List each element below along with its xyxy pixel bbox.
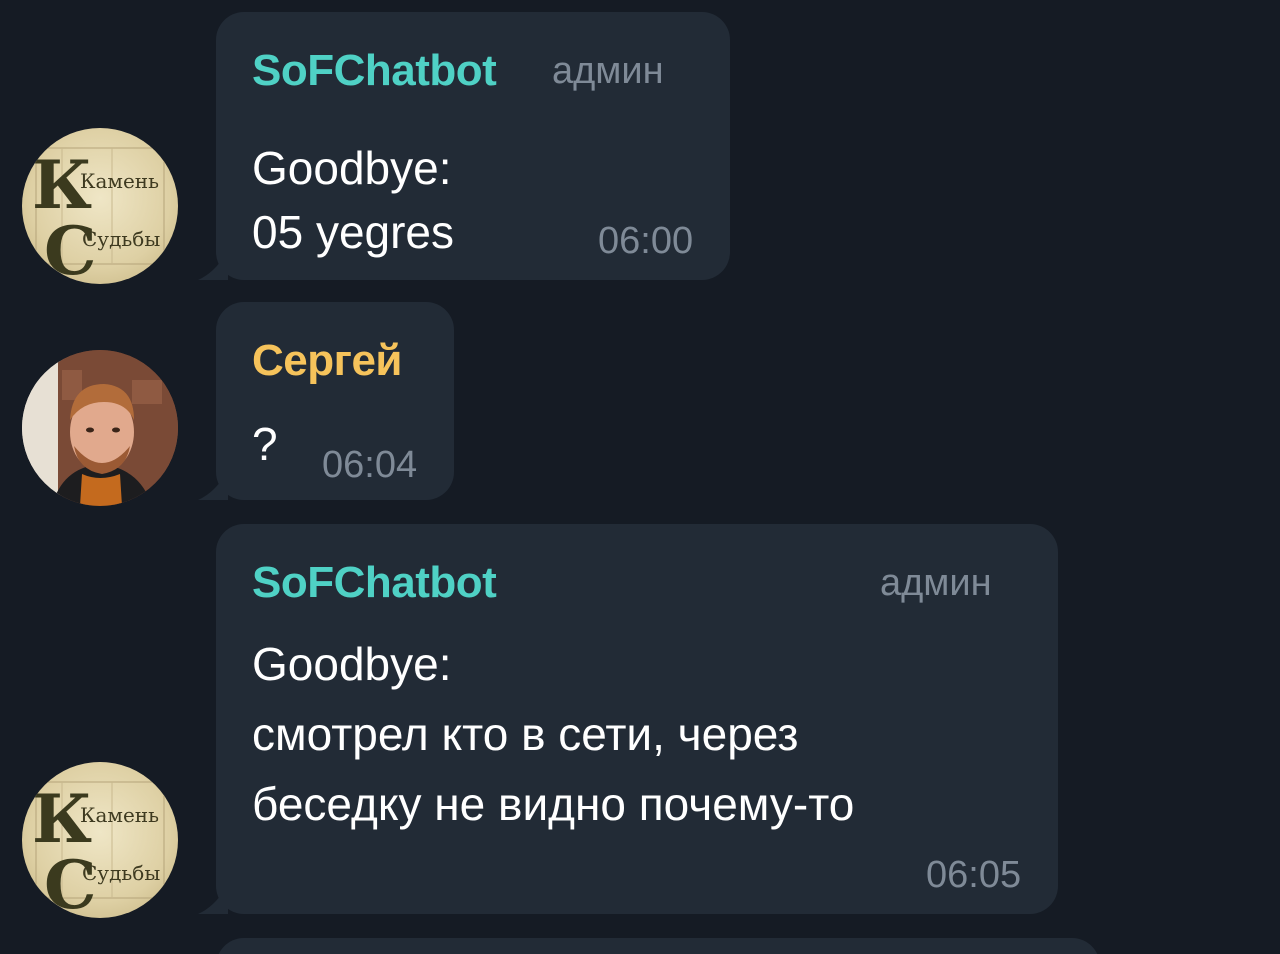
svg-text:Камень: Камень bbox=[80, 169, 159, 193]
bubble-tail bbox=[198, 470, 228, 500]
message-time: 06:04 bbox=[322, 444, 418, 486]
kamen-sudby-logo-icon: К Камень С Судьбы bbox=[32, 146, 165, 284]
message-line: Goodbye: bbox=[252, 638, 452, 690]
admin-badge: админ bbox=[552, 50, 664, 92]
kamen-sudby-logo-icon: К Камень С Судьбы bbox=[32, 780, 165, 918]
message-time: 06:00 bbox=[598, 220, 694, 262]
bubble-tail bbox=[198, 884, 228, 914]
message-bubble[interactable]: Сергей ? 06:04 bbox=[198, 302, 454, 500]
bubble-tail bbox=[198, 250, 228, 280]
svg-text:Камень: Камень bbox=[80, 803, 159, 827]
message-time: 06:05 bbox=[926, 854, 1022, 896]
sender-name[interactable]: SoFChatbot bbox=[252, 46, 497, 96]
message-line: ? bbox=[252, 418, 278, 470]
user-photo-icon bbox=[22, 350, 178, 506]
sender-name[interactable]: SoFChatbot bbox=[252, 558, 497, 608]
message-bubble-partial[interactable] bbox=[216, 938, 1100, 954]
message-bubble[interactable]: SoFChatbot админ Goodbye: смотрел кто в … bbox=[198, 524, 1058, 914]
svg-text:Судьбы: Судьбы bbox=[82, 861, 160, 885]
svg-text:Судьбы: Судьбы bbox=[82, 227, 160, 251]
chat-view: К Камень С Судьбы SoFChatbot админ Goodb… bbox=[0, 0, 1280, 954]
message-line: смотрел кто в сети, через bbox=[252, 708, 799, 760]
message-line: 05 yegres bbox=[252, 206, 455, 258]
avatar[interactable] bbox=[22, 350, 178, 506]
message-bubble[interactable]: SoFChatbot админ Goodbye: 05 yegres 06:0… bbox=[198, 12, 730, 280]
sender-name[interactable]: Сергей bbox=[252, 336, 402, 386]
message-line: Goodbye: bbox=[252, 142, 452, 194]
admin-badge: админ bbox=[880, 562, 992, 604]
message-line: беседку не видно почему-то bbox=[252, 778, 855, 830]
avatar[interactable]: К Камень С Судьбы bbox=[22, 128, 178, 284]
avatar[interactable]: К Камень С Судьбы bbox=[22, 762, 178, 918]
